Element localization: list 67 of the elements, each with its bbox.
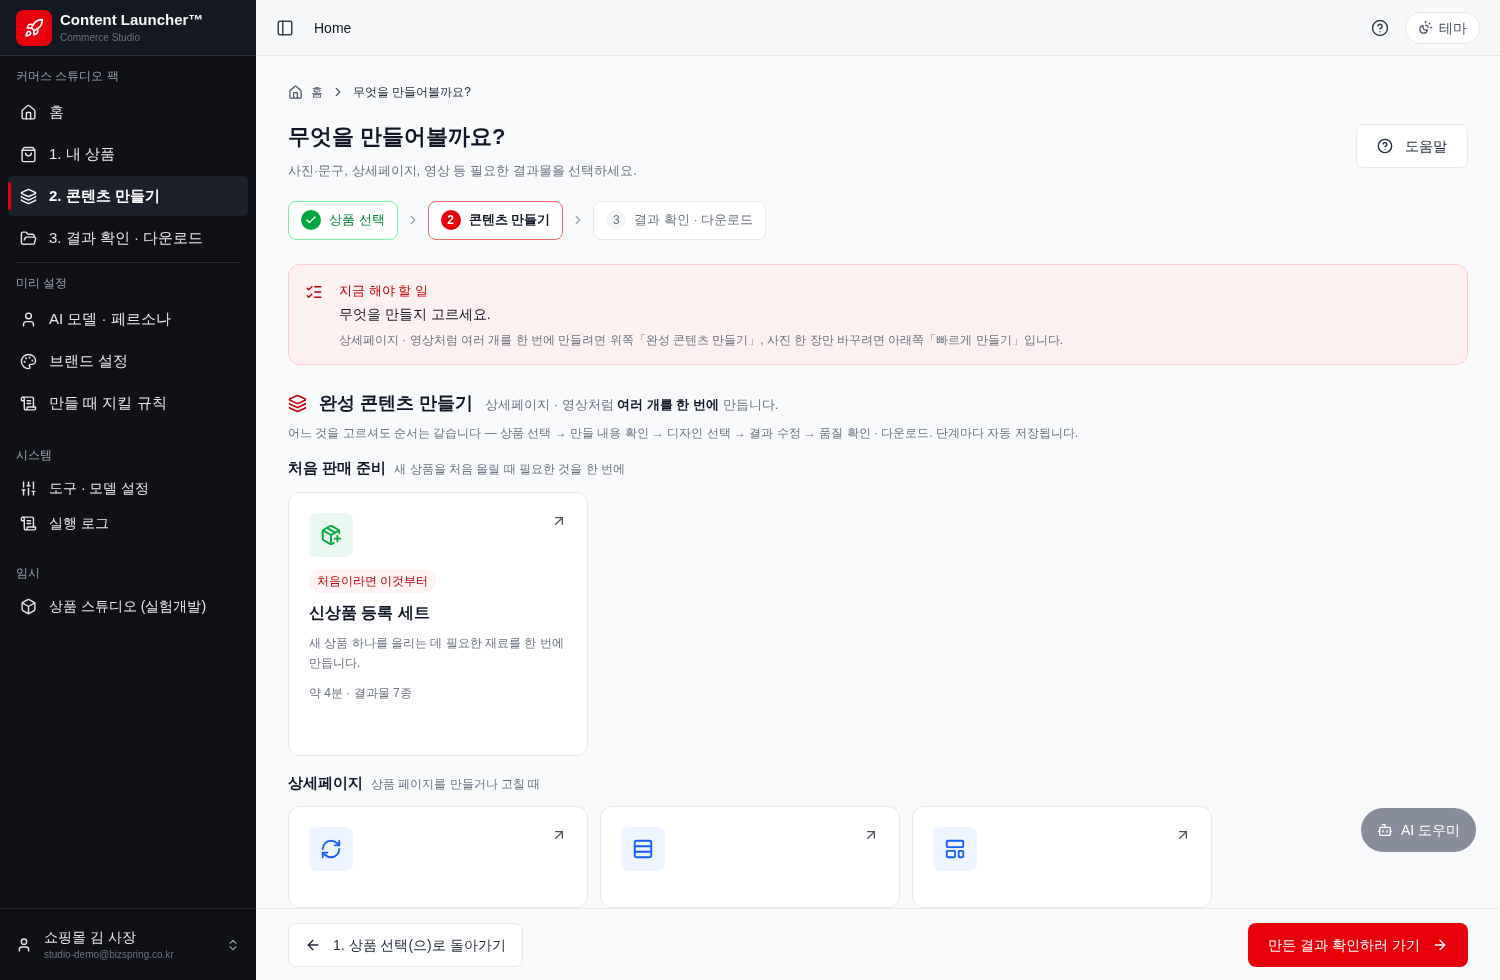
- step-item: 상품 선택: [288, 200, 398, 240]
- group-description: 상품 페이지를 만들거나 고칠 때: [371, 775, 541, 792]
- box-icon: [20, 598, 37, 615]
- user-icon: [20, 310, 37, 328]
- section-heading: 임시: [15, 565, 41, 581]
- section-title: 완성 콘텐츠 만들기: [319, 392, 473, 415]
- bot-icon: [1376, 822, 1393, 838]
- page-title: 무엇을 만들어볼까요?: [288, 123, 507, 151]
- home-icon: [288, 84, 303, 100]
- next-button[interactable]: 만든 결과 확인하러 가기: [1248, 922, 1468, 967]
- folder-icon: [20, 229, 37, 247]
- breadcrumb-link[interactable]: 홈: [311, 84, 323, 100]
- section-heading: 커머스 스튜디오 팩: [15, 68, 120, 84]
- todo-title: 무엇을 만들지 고르세요.: [339, 305, 492, 324]
- bag-icon: [20, 145, 37, 163]
- rocket-logo: [16, 9, 52, 46]
- nav-item[interactable]: 브랜드 설정: [8, 341, 248, 381]
- theme-button[interactable]: 테마: [1405, 11, 1480, 44]
- header-title: Home: [314, 18, 352, 38]
- page-subtitle: 사진·문구, 상세페이지, 영상 등 필요한 결과물을 선택하세요.: [288, 162, 637, 180]
- nav-item[interactable]: 도구 · 모델 설정: [8, 471, 248, 506]
- sun-moon-icon: [1418, 20, 1433, 35]
- card-meta: 약 4분 · 결과물 7종: [309, 684, 413, 701]
- step-number: 3: [606, 210, 627, 230]
- todo-label: 지금 해야 할 일: [339, 281, 429, 300]
- nav-item[interactable]: 상품 스튜디오 (실험개발): [8, 589, 248, 624]
- user-icon: [16, 936, 32, 953]
- section-note: 어느 것을 고르셔도 순서는 같습니다 — 상품 선택 → 만들 내용 확인 → 디자인 선택 → 결과 수정 → 품질 확인 · 다운로드. 단계마다 자동 저장됩니다.: [288, 425, 1079, 441]
- step-number: 2: [440, 210, 461, 230]
- nav-item[interactable]: 홈: [8, 92, 248, 132]
- help-icon: [1377, 138, 1393, 154]
- group-title: 상세페이지: [288, 772, 363, 793]
- user-name: 쇼핑몰 김 사장: [44, 928, 137, 947]
- brand-subtitle: Commerce Studio: [60, 31, 142, 45]
- scroll-icon: [20, 515, 37, 532]
- layers-icon: [20, 187, 37, 205]
- back-button[interactable]: 1. 상품 선택(으)로 돌아가기: [288, 922, 523, 967]
- group-title: 처음 판매 준비: [288, 458, 387, 478]
- breadcrumb-current: 무엇을 만들어볼까요?: [353, 84, 471, 100]
- scroll-icon: [20, 394, 37, 412]
- card-text: 새 상품 하나를 올리는 데 필요한 재료를 한 번에 만듭니다.: [309, 634, 565, 672]
- step-item: 2 콘텐츠 만들기: [427, 200, 564, 240]
- group-description: 새 상품을 처음 올릴 때 필요한 것을 한 번에: [394, 461, 625, 477]
- help-icon[interactable]: [1371, 18, 1389, 37]
- help-button[interactable]: 도움말: [1356, 124, 1468, 168]
- brand-name: Content Launcher™: [60, 10, 204, 30]
- user-email: studio-demo@bizspring.co.kr: [44, 948, 175, 962]
- nav-item[interactable]: 실행 로그: [8, 506, 248, 541]
- content-card[interactable]: 처음이라면 이것부터 신상품 등록 세트 새 상품 하나를 올리는 데 필요한 재료를 한 번에 만듭니다. 약 4분 · 결과물 7종: [288, 491, 588, 756]
- palette-icon: [20, 352, 37, 370]
- layers-icon: [288, 393, 307, 413]
- nav-item[interactable]: 2. 콘텐츠 만들기: [8, 176, 248, 216]
- step-item: 3 결과 확인 · 다운로드: [593, 200, 767, 240]
- badge: 처음이라면 이것부터: [309, 568, 437, 593]
- section-description: 상세페이지 · 영상처럼 여러 개를 한 번에 만듭니다.: [485, 396, 779, 414]
- section-heading: 시스템: [15, 447, 53, 463]
- card-title: 신상품 등록 세트: [309, 602, 431, 623]
- nav-item[interactable]: 만들 때 지킬 규칙: [8, 383, 248, 423]
- sliders-icon: [20, 480, 37, 497]
- nav-item[interactable]: AI 모델 · 페르소나: [8, 299, 248, 339]
- nav-item[interactable]: 3. 결과 확인 · 다운로드: [8, 218, 248, 258]
- check-icon: [301, 210, 321, 230]
- nav-item[interactable]: 1. 내 상품: [8, 134, 248, 174]
- section-heading: 미리 설정: [16, 275, 69, 291]
- todo-text: 상세페이지 · 영상처럼 여러 개를 한 번에 만들려면 위쪽「완성 콘텐츠 만들기」, 사진 한 장만 바꾸려면 아래쪽「빠르게 만들기」입니다.: [339, 332, 1063, 348]
- sidebar-toggle-icon[interactable]: [276, 18, 294, 37]
- home-icon: [20, 103, 37, 121]
